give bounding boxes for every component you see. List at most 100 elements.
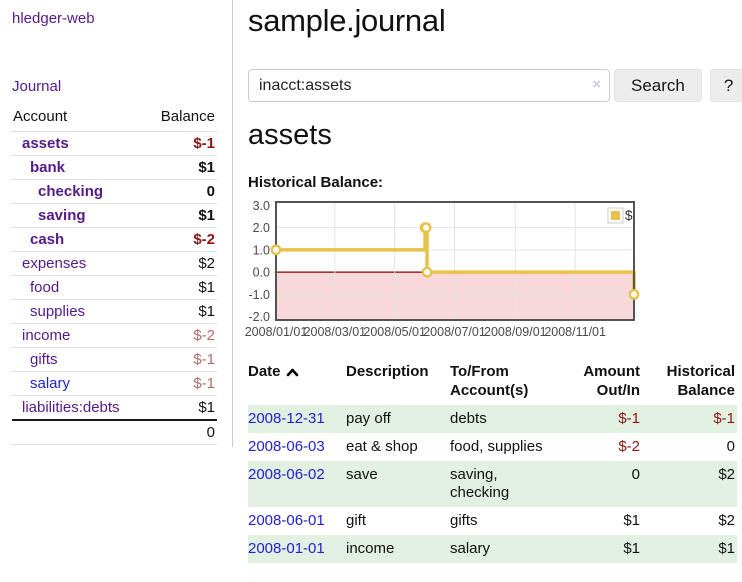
legend-swatch [611, 211, 620, 220]
transaction-balance: $2 [642, 461, 737, 507]
data-point-marker [422, 223, 430, 231]
transaction-description: income [346, 535, 450, 563]
account-link[interactable]: income [12, 324, 146, 348]
register-header-balance: HistoricalBalance [642, 362, 737, 405]
account-row: bank$1 [12, 156, 217, 180]
sidebar: hledger-web Journal Account Balance asse… [0, 0, 233, 447]
x-axis-tick-label: 2008/03/01 [304, 325, 367, 339]
register-row: 2008-06-02savesaving, checking0$2 [248, 461, 737, 507]
transaction-date-link[interactable]: 2008-06-01 [248, 507, 346, 535]
sidebar-item-journal[interactable]: Journal [12, 78, 218, 96]
account-balance: 0 [146, 180, 217, 204]
y-axis-tick-label: 0.0 [253, 266, 270, 280]
account-row: food$1 [12, 276, 217, 300]
account-row: income$-2 [12, 324, 217, 348]
y-axis-tick-label: 1.0 [253, 243, 270, 257]
transaction-balance: 0 [642, 433, 737, 461]
transaction-description: save [346, 461, 450, 507]
account-link[interactable]: cash [12, 228, 146, 252]
transaction-date-link[interactable]: 2008-01-01 [248, 535, 346, 563]
account-balance: $1 [146, 204, 217, 228]
register-header-date[interactable]: Date [248, 362, 346, 405]
register-row: 2008-12-31pay offdebts$-1$-1 [248, 405, 737, 433]
account-balance: $1 [146, 276, 217, 300]
accounts-total-value: 0 [146, 420, 217, 445]
accounts-total-spacer [12, 420, 146, 445]
account-balance: $1 [146, 156, 217, 180]
data-point-marker [423, 268, 431, 276]
account-link[interactable]: assets [12, 132, 146, 156]
x-axis-tick-label: 2008/09/01 [484, 325, 547, 339]
transaction-accounts: gifts [450, 507, 558, 535]
clear-search-icon[interactable]: × [592, 76, 601, 93]
transaction-balance: $1 [642, 535, 737, 563]
account-row: checking0 [12, 180, 217, 204]
register-row: 2008-01-01incomesalary$1$1 [248, 535, 737, 563]
accounts-table: Account Balance assets$-1bank$1checking0… [12, 108, 217, 445]
account-row: expenses$2 [12, 252, 217, 276]
historical-balance-chart: $3.02.01.00.0-1.0-2.02008/01/012008/03/0… [242, 198, 742, 344]
transaction-date-link[interactable]: 2008-06-03 [248, 433, 346, 461]
app-brand-link[interactable]: hledger-web [12, 10, 218, 28]
sort-ascending-icon [286, 368, 299, 377]
account-link[interactable]: supplies [12, 300, 146, 324]
help-button[interactable]: ? [710, 69, 742, 102]
transaction-description: pay off [346, 405, 450, 433]
x-axis-tick-label: 2008/07/01 [423, 325, 486, 339]
y-axis-tick-label: 2.0 [253, 221, 270, 235]
transaction-date-link[interactable]: 2008-06-02 [248, 461, 346, 507]
accounts-header-row: Account Balance [12, 108, 217, 132]
accounts-header-balance: Balance [146, 108, 217, 132]
search-button[interactable]: Search [614, 69, 702, 102]
account-balance: $-1 [146, 372, 217, 396]
hledger-web-app: hledger-web Journal Account Balance asse… [0, 0, 742, 582]
account-balance: $-2 [146, 228, 217, 252]
main-content: sample.journal × Search ? assets Histori… [233, 0, 742, 582]
account-balance: $-1 [146, 132, 217, 156]
transaction-accounts: food, supplies [450, 433, 558, 461]
data-point-marker [630, 290, 638, 298]
account-balance: $1 [146, 300, 217, 324]
search-field-wrap: × [248, 69, 610, 102]
account-link[interactable]: food [12, 276, 146, 300]
account-row: liabilities:debts$1 [12, 396, 217, 421]
y-axis-tick-label: -2.0 [248, 310, 270, 324]
transaction-date-link[interactable]: 2008-12-31 [248, 405, 346, 433]
register-header-accounts: To/FromAccount(s) [450, 362, 558, 405]
page-title: sample.journal [248, 3, 742, 39]
account-link[interactable]: salary [12, 372, 146, 396]
search-bar: × Search ? [248, 69, 742, 102]
account-link[interactable]: saving [12, 204, 146, 228]
legend-label: $ [625, 208, 633, 223]
account-row: cash$-2 [12, 228, 217, 252]
account-balance: $-1 [146, 348, 217, 372]
account-row: supplies$1 [12, 300, 217, 324]
account-link[interactable]: checking [12, 180, 146, 204]
account-balance: $2 [146, 252, 217, 276]
register-row: 2008-06-03eat & shopfood, supplies$-20 [248, 433, 737, 461]
account-link[interactable]: liabilities:debts [12, 396, 146, 421]
transaction-amount: $1 [558, 507, 642, 535]
account-balance: $-2 [146, 324, 217, 348]
accounts-header-account: Account [12, 108, 146, 132]
account-heading: assets [248, 118, 742, 152]
x-axis-tick-label: 2008/11/01 [544, 325, 606, 339]
account-row: assets$-1 [12, 132, 217, 156]
accounts-total-row: 0 [12, 420, 217, 445]
y-axis-tick-label: 3.0 [253, 199, 270, 213]
transaction-amount: $-2 [558, 433, 642, 461]
register-row: 2008-06-01giftgifts$1$2 [248, 507, 737, 535]
transaction-accounts: salary [450, 535, 558, 563]
register-header-row: DateDescriptionTo/FromAccount(s)AmountOu… [248, 362, 737, 405]
account-link[interactable]: gifts [12, 348, 146, 372]
transaction-amount: $1 [558, 535, 642, 563]
account-link[interactable]: expenses [12, 252, 146, 276]
account-row: gifts$-1 [12, 348, 217, 372]
transaction-description: eat & shop [346, 433, 450, 461]
search-input[interactable] [248, 69, 610, 102]
data-point-marker [272, 246, 280, 254]
account-balance: $1 [146, 396, 217, 421]
account-link[interactable]: bank [12, 156, 146, 180]
y-axis-tick-label: -1.0 [248, 288, 270, 302]
register-header-description: Description [346, 362, 450, 405]
